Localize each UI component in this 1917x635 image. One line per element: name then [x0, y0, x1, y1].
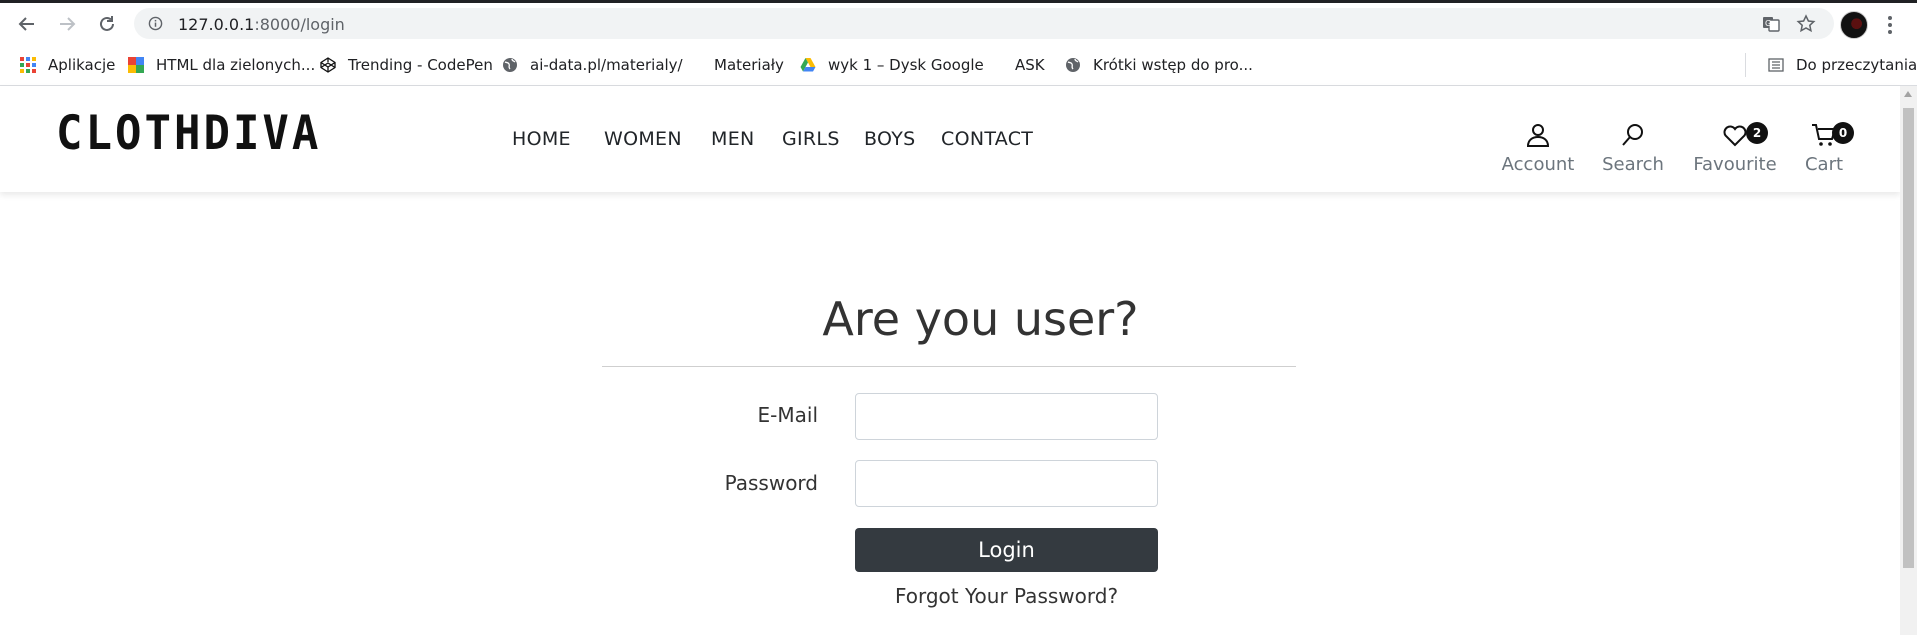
search-label: Search — [1602, 154, 1664, 175]
heart-icon — [1723, 125, 1747, 147]
profile-avatar[interactable] — [1840, 11, 1868, 39]
info-icon[interactable] — [148, 16, 163, 31]
bookmark-label: Materiały — [714, 56, 784, 74]
bookmark-dysk-google[interactable]: wyk 1 – Dysk Google — [800, 53, 984, 77]
bookmark-apps[interactable]: Aplikacje — [20, 53, 115, 77]
translate-icon[interactable]: G — [1761, 14, 1781, 34]
site-logo[interactable]: CLOTHDIVA — [56, 106, 321, 161]
nav-link-home[interactable]: HOME — [512, 128, 571, 150]
reading-list[interactable]: Do przeczytania — [1745, 53, 1917, 77]
search-link[interactable]: Search — [1600, 122, 1666, 175]
bookmark-label: Krótki wstęp do pro... — [1093, 56, 1253, 74]
reload-button[interactable] — [94, 11, 120, 37]
scroll-up-arrow-icon[interactable] — [1904, 91, 1912, 97]
bookmark-codepen[interactable]: Trending - CodePen — [320, 53, 493, 77]
url-path: :8000/login — [254, 15, 345, 34]
favourite-label: Favourite — [1693, 154, 1777, 175]
arrow-left-icon — [18, 17, 34, 31]
forgot-password-link[interactable]: Forgot Your Password? — [800, 584, 1213, 608]
search-icon — [1622, 124, 1643, 146]
page-scrollbar[interactable] — [1900, 86, 1917, 635]
bookmark-ai-data[interactable]: ai-data.pl/materialy/ — [502, 53, 683, 77]
title-divider — [602, 366, 1296, 367]
nav-link-men[interactable]: MEN — [711, 128, 755, 150]
account-link[interactable]: Account — [1498, 122, 1578, 175]
svg-text:G: G — [1765, 19, 1771, 28]
nav-link-contact[interactable]: CONTACT — [941, 128, 1033, 150]
reading-list-label: Do przeczytania — [1796, 56, 1917, 74]
bookmarks-bar: Aplikacje HTML dla zielonych... Trending… — [0, 45, 1917, 86]
bookmark-ask[interactable]: ASK — [987, 53, 1045, 77]
nav-link-boys[interactable]: BOYS — [864, 128, 915, 150]
bookmark-label: Trending - CodePen — [348, 56, 493, 74]
bookmark-krotki-wstep[interactable]: Krótki wstęp do pro... — [1065, 53, 1253, 77]
account-label: Account — [1501, 154, 1575, 175]
browser-toolbar: 127.0.0.1:8000/login G — [0, 3, 1917, 45]
site-header: CLOTHDIVA HOME WOMEN MEN GIRLS BOYS CONT… — [0, 86, 1900, 192]
back-button[interactable] — [14, 11, 40, 37]
bookmark-label: ASK — [1015, 56, 1045, 74]
bookmark-materialy[interactable]: Materiały — [686, 53, 784, 77]
more-vert-icon[interactable] — [1884, 13, 1896, 37]
bookmark-label: ai-data.pl/materialy/ — [530, 56, 683, 74]
bookmark-html-dla-zielonych[interactable]: HTML dla zielonych... — [128, 53, 315, 77]
login-button[interactable]: Login — [855, 528, 1158, 572]
url-text[interactable]: 127.0.0.1:8000/login — [178, 15, 345, 34]
url-host: 127.0.0.1 — [178, 15, 255, 34]
reload-icon — [100, 16, 114, 31]
folder-icon — [987, 57, 1003, 73]
favourite-link[interactable]: Favourite 2 — [1690, 122, 1780, 175]
email-field[interactable] — [855, 393, 1158, 440]
bookmark-label: wyk 1 – Dysk Google — [828, 56, 984, 74]
cart-count-badge: 0 — [1832, 122, 1854, 144]
user-icon — [1526, 124, 1550, 147]
address-bar[interactable]: 127.0.0.1:8000/login G — [134, 8, 1834, 39]
forward-button[interactable] — [54, 11, 80, 37]
login-title: Are you user? — [822, 292, 1139, 346]
scrollbar-thumb[interactable] — [1903, 108, 1914, 568]
codepen-icon — [320, 57, 336, 73]
bookmark-label: Aplikacje — [48, 56, 116, 74]
google-drive-icon — [800, 58, 816, 72]
globe-icon — [1066, 58, 1080, 72]
arrow-right-icon — [60, 17, 76, 31]
cart-link[interactable]: Cart 0 — [1800, 122, 1854, 175]
email-label: E-Mail — [757, 403, 818, 427]
favourite-count-badge: 2 — [1746, 122, 1768, 144]
reading-list-icon — [1768, 58, 1784, 72]
nav-link-women[interactable]: WOMEN — [604, 128, 682, 150]
site-favicon-icon — [128, 57, 144, 73]
cart-label: Cart — [1804, 154, 1844, 175]
globe-icon — [503, 58, 517, 72]
folder-icon — [686, 57, 702, 73]
star-icon[interactable] — [1796, 14, 1816, 34]
bookmark-label: HTML dla zielonych... — [156, 56, 316, 74]
nav-link-girls[interactable]: GIRLS — [782, 128, 840, 150]
apps-grid-icon — [20, 57, 36, 73]
password-field[interactable] — [855, 460, 1158, 507]
password-label: Password — [724, 471, 818, 495]
